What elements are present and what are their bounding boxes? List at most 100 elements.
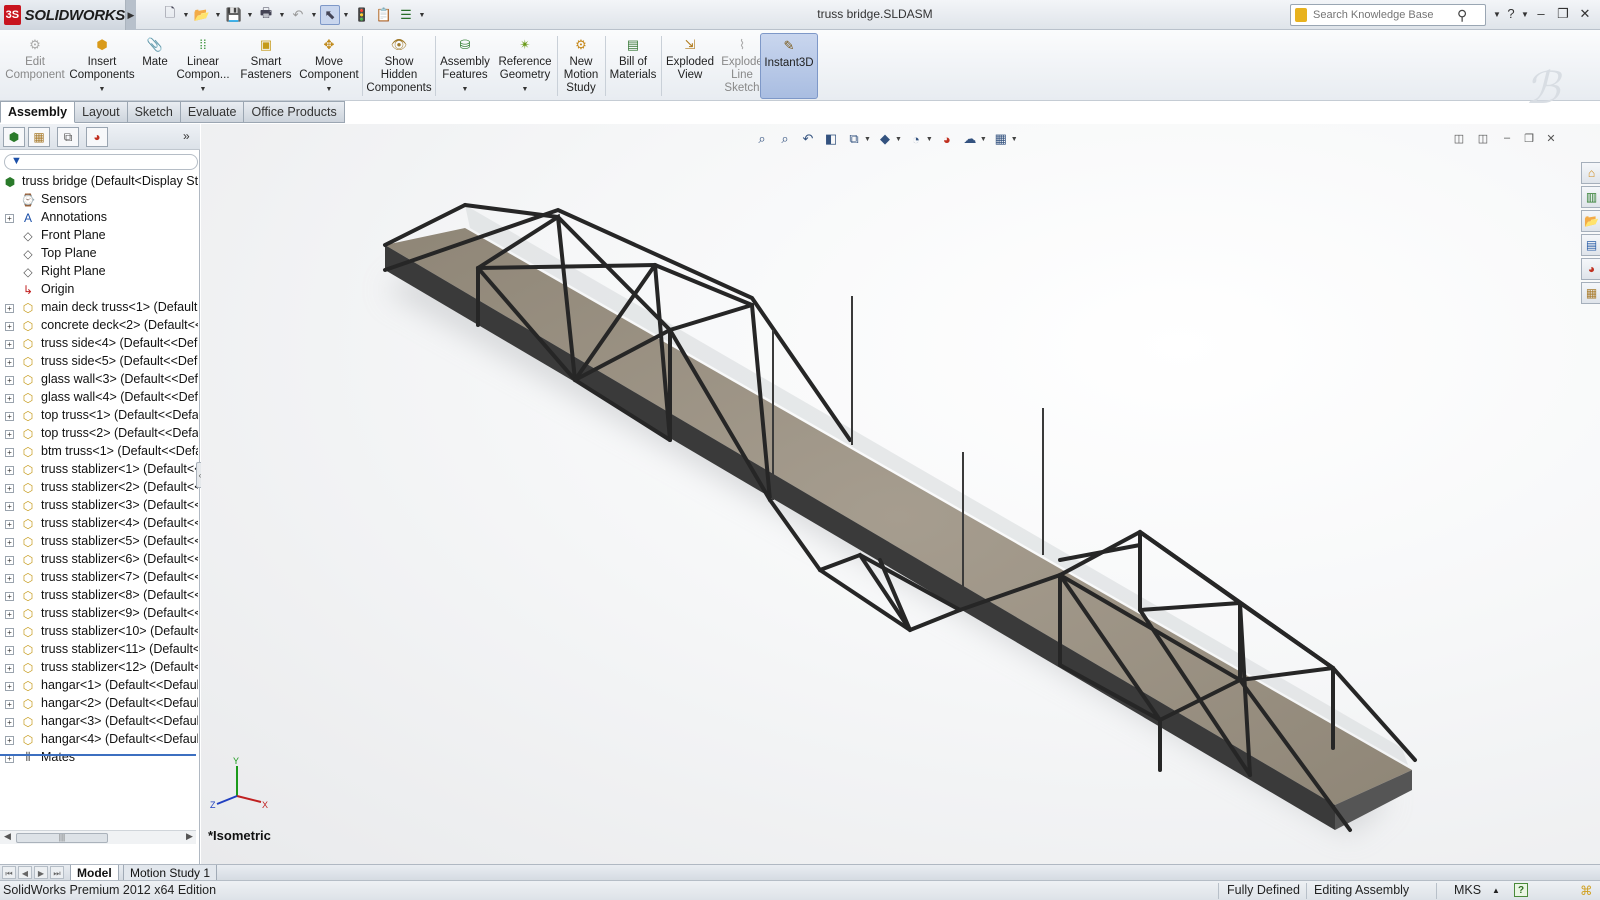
chevron-down-icon[interactable]: ▼: [980, 136, 987, 143]
expand-toggle-icon[interactable]: +: [5, 502, 14, 511]
save-icon[interactable]: 💾: [224, 5, 244, 25]
tree-item[interactable]: + ⬡ truss stablizer<11> (Default<<: [0, 641, 198, 659]
tree-item[interactable]: + ⬡ truss stablizer<1> (Default<<I: [0, 461, 198, 479]
scroll-left-icon[interactable]: ◀: [4, 831, 11, 842]
appearances-scenes-icon[interactable]: ◕: [1581, 258, 1600, 280]
tab-model[interactable]: Model: [70, 865, 119, 881]
units-button[interactable]: MKS: [1454, 883, 1481, 897]
expand-toggle-icon[interactable]: +: [5, 394, 14, 403]
tree-item[interactable]: + ⬡ truss stablizer<7> (Default<<I: [0, 569, 198, 587]
tab-evaluate[interactable]: Evaluate: [180, 101, 245, 123]
chevron-down-icon[interactable]: ▼: [326, 83, 333, 96]
chevron-down-icon[interactable]: ▼: [418, 12, 426, 19]
chevron-down-icon[interactable]: ▼: [200, 83, 207, 96]
tree-item[interactable]: + ⬡ truss stablizer<8> (Default<<I: [0, 587, 198, 605]
chevron-down-icon[interactable]: ▼: [895, 136, 902, 143]
tree-item[interactable]: + ⬡ hangar<4> (Default<<Default: [0, 731, 198, 749]
expand-toggle-icon[interactable]: +: [5, 574, 14, 583]
rebuild-status-icon[interactable]: ⌘: [1580, 883, 1593, 898]
expand-toggle-icon[interactable]: +: [5, 610, 14, 619]
doc-restore-icon[interactable]: ❐: [1521, 132, 1537, 146]
tab-layout[interactable]: Layout: [75, 101, 128, 123]
custom-properties-icon[interactable]: ▦: [1581, 282, 1600, 304]
chevron-down-icon[interactable]: ▼: [310, 12, 318, 19]
expand-toggle-icon[interactable]: +: [5, 214, 14, 223]
expand-toggle-icon[interactable]: +: [5, 358, 14, 367]
tree-item[interactable]: + ⬡ hangar<1> (Default<<Default: [0, 677, 198, 695]
next-tab-icon[interactable]: ▶: [34, 866, 48, 879]
tab-office-products[interactable]: Office Products: [244, 101, 345, 123]
chevron-down-icon[interactable]: ▼: [214, 12, 222, 19]
print-icon[interactable]: 🖶: [256, 5, 276, 25]
expand-toggle-icon[interactable]: +: [5, 700, 14, 709]
scroll-right-icon[interactable]: ▶: [186, 831, 193, 842]
expand-toggle-icon[interactable]: +: [5, 646, 14, 655]
prev-tab-icon[interactable]: ◀: [18, 866, 32, 879]
tree-item[interactable]: + ⬡ hangar<3> (Default<<Default: [0, 713, 198, 731]
new-icon[interactable]: 🗋: [160, 5, 180, 25]
design-library-icon[interactable]: ▥: [1581, 186, 1600, 208]
chevron-down-icon[interactable]: ▼: [278, 12, 286, 19]
edit-appearance-icon[interactable]: ◕: [938, 130, 956, 148]
chevron-down-icon[interactable]: ▼: [1011, 136, 1018, 143]
zoom-to-fit-icon[interactable]: ⌕: [753, 130, 771, 148]
exploded-view-button[interactable]: ⇲ Exploded View: [662, 33, 718, 99]
undo-icon[interactable]: ↶: [288, 5, 308, 25]
tree-item[interactable]: + ⬡ truss stablizer<5> (Default<<I: [0, 533, 198, 551]
search-input[interactable]: [1313, 9, 1453, 21]
view-settings-icon[interactable]: ▦: [992, 130, 1010, 148]
tree-item[interactable]: + ⬡ main deck truss<1> (Default<: [0, 299, 198, 317]
expand-toggle-icon[interactable]: +: [5, 376, 14, 385]
options-icon[interactable]: ☰: [396, 5, 416, 25]
show-hidden-components-button[interactable]: 👁 Show Hidden Components: [364, 33, 434, 99]
doc-close-icon[interactable]: ✕: [1543, 132, 1559, 146]
bridge-model[interactable]: [201, 124, 1600, 864]
split-vertical-icon[interactable]: ◫: [1475, 132, 1491, 146]
tree-item[interactable]: ⌚ Sensors: [0, 191, 198, 209]
tab-motion-study-1[interactable]: Motion Study 1: [123, 865, 218, 881]
tree-item[interactable]: + A Annotations: [0, 209, 198, 227]
display-manager-tab-icon[interactable]: ◕: [86, 127, 108, 147]
expand-toggle-icon[interactable]: +: [5, 466, 14, 475]
first-tab-icon[interactable]: ⏮: [2, 866, 16, 879]
search-icon[interactable]: ⚲: [1457, 7, 1467, 24]
expand-toggle-icon[interactable]: +: [5, 340, 14, 349]
tree-item[interactable]: + ⬡ truss stablizer<3> (Default<<I: [0, 497, 198, 515]
chevron-down-icon[interactable]: ▼: [462, 83, 469, 96]
feature-tree-tab-icon[interactable]: ⬢: [3, 127, 25, 147]
tree-item[interactable]: ◇ Top Plane: [0, 245, 198, 263]
display-style-icon[interactable]: ◆: [876, 130, 894, 148]
configuration-manager-tab-icon[interactable]: ⧉: [57, 127, 79, 147]
tree-item[interactable]: + ⬡ concrete deck<2> (Default<<: [0, 317, 198, 335]
restore-icon[interactable]: ❐: [1554, 6, 1572, 22]
expand-toggle-icon[interactable]: +: [5, 664, 14, 673]
open-icon[interactable]: 📂: [192, 5, 212, 25]
instant3d-button[interactable]: ✎ Instant3D: [760, 33, 818, 99]
tree-item[interactable]: + ⬡ top truss<1> (Default<<Defau: [0, 407, 198, 425]
expand-panel-icon[interactable]: »: [183, 129, 190, 143]
solidworks-resources-icon[interactable]: ⌂: [1581, 162, 1600, 184]
view-palette-icon[interactable]: ▤: [1581, 234, 1600, 256]
reference-geometry-button[interactable]: ✴ Reference Geometry ▼: [494, 33, 556, 99]
tree-item[interactable]: + ⬡ truss stablizer<4> (Default<<I: [0, 515, 198, 533]
tree-item[interactable]: ◇ Front Plane: [0, 227, 198, 245]
tree-item[interactable]: + ⬡ truss stablizer<2> (Default<<I: [0, 479, 198, 497]
file-explorer-icon[interactable]: 📂: [1581, 210, 1600, 232]
tree-item[interactable]: + ⬡ hangar<2> (Default<<Default: [0, 695, 198, 713]
zoom-to-area-icon[interactable]: ⌕: [776, 130, 794, 148]
chevron-down-icon[interactable]: ▼: [99, 83, 106, 96]
chevron-down-icon[interactable]: ▼: [864, 136, 871, 143]
tree-item[interactable]: + ⬡ truss stablizer<10> (Default<<: [0, 623, 198, 641]
tab-assembly[interactable]: Assembly: [0, 101, 76, 123]
expand-toggle-icon[interactable]: +: [5, 736, 14, 745]
tab-sketch[interactable]: Sketch: [127, 101, 181, 123]
select-icon[interactable]: ⬉: [320, 5, 340, 25]
tree-item[interactable]: ↳ Origin: [0, 281, 198, 299]
tree-item[interactable]: + ⬡ glass wall<4> (Default<<Defa: [0, 389, 198, 407]
tree-item[interactable]: + ⬡ truss side<4> (Default<<Defa: [0, 335, 198, 353]
move-component-button[interactable]: ✥ Move Component ▼: [297, 33, 361, 99]
tree-root-assembly[interactable]: ⬢ truss bridge (Default<Display Sta: [0, 173, 198, 191]
expand-toggle-icon[interactable]: +: [5, 322, 14, 331]
tree-item[interactable]: + ⬡ top truss<2> (Default<<Defau: [0, 425, 198, 443]
tree-item[interactable]: + ⫴ Mates: [0, 749, 198, 767]
